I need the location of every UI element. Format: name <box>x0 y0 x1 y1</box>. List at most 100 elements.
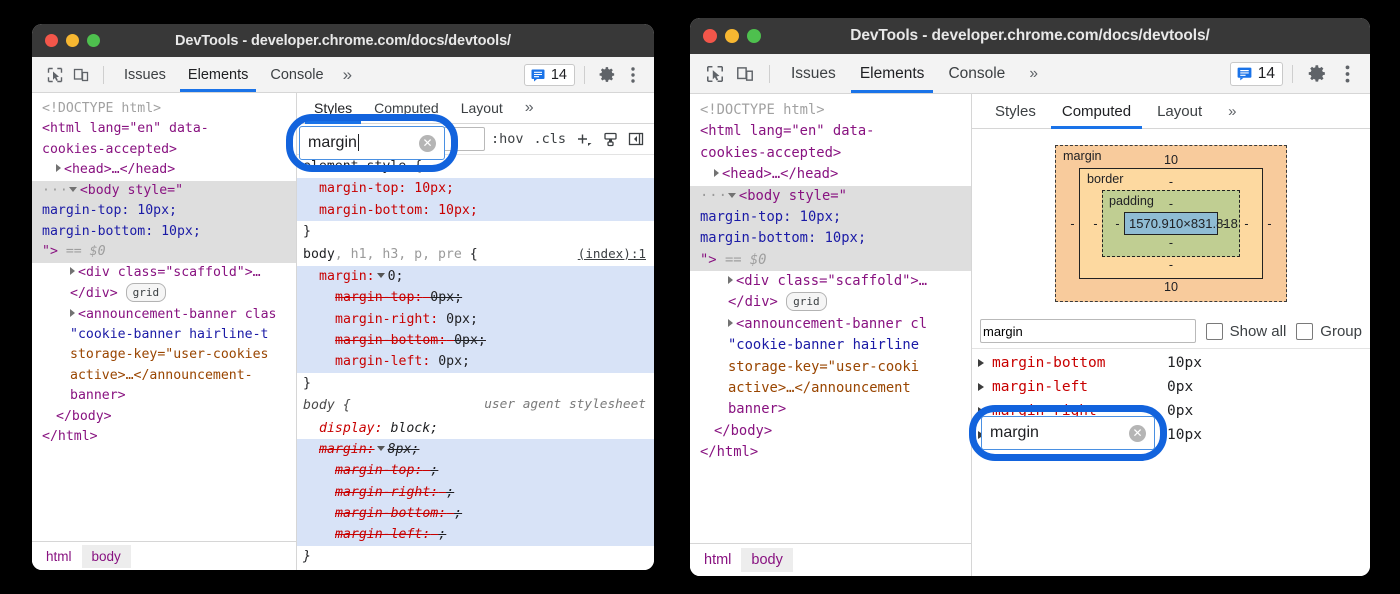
tab-layout[interactable]: Layout <box>450 93 514 123</box>
computed-filter-input-highlighted[interactable]: margin ✕ <box>981 416 1155 450</box>
tab-computed[interactable]: Computed <box>363 93 450 123</box>
breadcrumb-body[interactable]: body <box>82 545 131 568</box>
breadcrumb-html[interactable]: html <box>694 548 741 572</box>
expand-arrow-icon[interactable] <box>714 169 719 177</box>
dom-tree-right[interactable]: <!DOCTYPE html> <html lang="en" data- co… <box>690 94 971 543</box>
minimize-window-button[interactable] <box>66 34 79 47</box>
tab-console[interactable]: Console <box>259 57 334 92</box>
declaration-margin-top-overridden[interactable]: margin-top: 0px; <box>297 287 654 308</box>
box-model-border-left[interactable]: - <box>1089 217 1102 231</box>
maximize-window-button[interactable] <box>747 29 761 43</box>
expand-arrow-icon[interactable] <box>728 276 733 284</box>
styles-filter-input-highlighted[interactable]: margin ✕ <box>299 126 445 160</box>
tab-styles[interactable]: Styles <box>303 93 363 123</box>
element-classes-button[interactable]: .cls <box>530 131 571 147</box>
declaration-margin-top[interactable]: margin-top: 10px; <box>297 178 654 199</box>
clear-input-icon[interactable]: ✕ <box>419 135 436 152</box>
tab-issues[interactable]: Issues <box>779 54 848 93</box>
kebab-menu-icon[interactable] <box>1332 59 1362 89</box>
dom-line-banner-1[interactable]: <announcement-banner cl <box>690 314 971 335</box>
gear-icon[interactable] <box>1302 59 1332 89</box>
expand-shorthand-icon[interactable] <box>377 446 385 451</box>
show-all-checkbox[interactable] <box>1206 323 1223 340</box>
box-model-margin-left[interactable]: - <box>1066 217 1079 231</box>
computed-property-row[interactable]: margin-left 0px <box>972 375 1370 399</box>
toggle-sidebar-icon[interactable] <box>624 132 648 146</box>
grid-badge[interactable]: grid <box>786 292 827 311</box>
dom-line-html-open[interactable]: <html lang="en" data- <box>32 119 296 139</box>
dom-line-div-scaffold[interactable]: <div class="scaffold">… <box>32 263 296 283</box>
box-model-padding-bottom[interactable]: - <box>1111 235 1231 251</box>
breadcrumb-html[interactable]: html <box>36 545 82 568</box>
expand-arrow-icon[interactable] <box>978 359 984 367</box>
dom-line-head[interactable]: <head>…</head> <box>32 160 296 180</box>
box-model-padding-left[interactable]: - <box>1111 217 1124 231</box>
box-model-border[interactable]: border - - padding - <box>1079 168 1263 279</box>
tab-computed[interactable]: Computed <box>1049 94 1144 128</box>
more-sub-tabs-icon[interactable]: » <box>1215 94 1249 128</box>
expand-arrow-icon[interactable] <box>728 319 733 327</box>
box-model-border-right[interactable]: - <box>1240 217 1253 231</box>
tab-issues[interactable]: Issues <box>113 57 177 92</box>
declaration-margin-left-ua[interactable]: margin-left: ; <box>297 524 654 545</box>
gear-icon[interactable] <box>594 62 620 88</box>
dom-line-head[interactable]: <head>…</head> <box>690 164 971 185</box>
breadcrumb-body[interactable]: body <box>741 548 792 572</box>
expand-shorthand-icon[interactable] <box>377 273 385 278</box>
rule-selector-body-ua[interactable]: body { user agent stylesheet <box>297 394 654 417</box>
box-model-border-bottom[interactable]: - <box>1089 257 1253 273</box>
declaration-margin-bottom-overridden[interactable]: margin-bottom: 0px; <box>297 330 654 351</box>
group-checkbox-wrap[interactable]: Group <box>1296 323 1362 340</box>
box-model-padding-right[interactable]: - <box>1218 217 1231 231</box>
maximize-window-button[interactable] <box>87 34 100 47</box>
dom-line-banner-1[interactable]: <announcement-banner clas <box>32 305 296 325</box>
more-tabs-icon[interactable]: » <box>1017 54 1050 93</box>
dom-line-html-open[interactable]: <html lang="en" data- <box>690 121 971 142</box>
declaration-margin-shorthand-ua[interactable]: margin:8px; <box>297 439 654 460</box>
inspect-cursor-icon[interactable] <box>700 59 730 89</box>
tab-elements[interactable]: Elements <box>848 54 937 93</box>
kebab-menu-icon[interactable] <box>620 62 646 88</box>
declaration-margin-right[interactable]: margin-right: 0px; <box>297 309 654 330</box>
force-state-button[interactable]: :hov <box>487 131 528 147</box>
rule-selector-body-h1[interactable]: body, h1, h3, p, pre { (index):1 <box>297 243 654 266</box>
grid-badge[interactable]: grid <box>126 283 167 302</box>
expand-arrow-icon[interactable] <box>978 407 984 415</box>
declaration-margin-bottom-ua[interactable]: margin-bottom: ; <box>297 503 654 524</box>
device-toolbar-icon[interactable] <box>730 59 760 89</box>
issues-badge[interactable]: 14 <box>524 64 575 86</box>
close-window-button[interactable] <box>703 29 717 43</box>
declaration-margin-right-ua[interactable]: margin-right: ; <box>297 482 654 503</box>
dom-tree-left[interactable]: <!DOCTYPE html> <html lang="en" data- co… <box>32 93 296 541</box>
issues-badge[interactable]: 14 <box>1230 62 1283 86</box>
show-all-checkbox-wrap[interactable]: Show all <box>1206 323 1287 340</box>
device-toolbar-icon[interactable] <box>68 62 94 88</box>
minimize-window-button[interactable] <box>725 29 739 43</box>
more-sub-tabs-icon[interactable]: » <box>514 93 545 123</box>
dom-line-body-open[interactable]: ···<body style=" <box>690 186 971 207</box>
close-window-button[interactable] <box>45 34 58 47</box>
box-model-margin-bottom[interactable]: 10 <box>1066 279 1276 295</box>
box-model-margin-right[interactable]: - <box>1263 217 1276 231</box>
expand-arrow-icon[interactable] <box>978 383 984 391</box>
collapse-arrow-icon[interactable] <box>728 193 736 198</box>
plus-icon[interactable] <box>572 132 597 147</box>
new-style-rule-icon[interactable] <box>599 132 622 147</box>
declaration-margin-top-ua[interactable]: margin-top: ; <box>297 460 654 481</box>
computed-property-row[interactable]: margin-bottom 10px <box>972 351 1370 375</box>
expand-arrow-icon[interactable] <box>70 309 75 317</box>
clear-input-icon[interactable]: ✕ <box>1129 425 1146 442</box>
collapse-arrow-icon[interactable] <box>69 187 77 192</box>
inspect-cursor-icon[interactable] <box>42 62 68 88</box>
declaration-display[interactable]: display: block; <box>297 418 654 439</box>
box-model-content-size[interactable]: 1570.910×831.818 <box>1124 212 1218 235</box>
box-model-padding[interactable]: padding - - 1570.910×831.818 - <box>1102 190 1240 257</box>
declaration-margin-bottom[interactable]: margin-bottom: 10px; <box>297 200 654 221</box>
declaration-margin-shorthand[interactable]: margin:0; <box>297 266 654 287</box>
tab-styles[interactable]: Styles <box>982 94 1049 128</box>
tab-layout[interactable]: Layout <box>1144 94 1215 128</box>
declaration-margin-left[interactable]: margin-left: 0px; <box>297 351 654 372</box>
more-tabs-icon[interactable]: » <box>335 57 360 92</box>
rule-origin-link[interactable]: (index):1 <box>578 244 646 265</box>
computed-filter-input[interactable] <box>980 319 1196 343</box>
